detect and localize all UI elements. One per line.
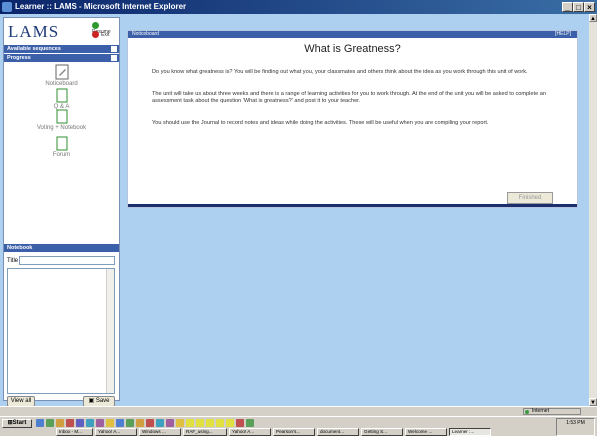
security-zone: Internet <box>523 408 581 415</box>
taskbar-item[interactable]: Welcome ... <box>405 428 447 436</box>
lams-sidebar: LAMS Resume Exit Available sequences Pro… <box>3 17 120 407</box>
activity-label: Voting + Notebook <box>36 125 87 131</box>
taskbar-item-active[interactable]: Learner :... <box>449 428 491 436</box>
maximize-button[interactable]: □ <box>573 2 584 12</box>
available-sequences-bar[interactable]: Available sequences <box>4 45 119 53</box>
quicklaunch-icon[interactable] <box>86 419 94 427</box>
lams-logo: LAMS <box>8 22 60 41</box>
window-title: Learner :: LAMS - Microsoft Internet Exp… <box>15 2 187 11</box>
page-content: LAMS Resume Exit Available sequences Pro… <box>0 14 589 407</box>
activity-noticeboard[interactable]: Noticeboard <box>4 64 119 87</box>
activity-qa[interactable]: Q & A <box>4 88 119 110</box>
quicklaunch-icon[interactable] <box>146 419 154 427</box>
document-icon <box>56 109 67 124</box>
quicklaunch-icon[interactable] <box>36 419 44 427</box>
page-title: What is Greatness? <box>304 43 401 55</box>
quicklaunch-icon[interactable] <box>56 419 64 427</box>
taskbar-item[interactable]: document... <box>317 428 359 436</box>
window-titlebar[interactable]: Learner :: LAMS - Microsoft Internet Exp… <box>0 0 597 14</box>
noticeboard-header: Noticeboard [HELP] <box>128 31 577 38</box>
close-button[interactable]: × <box>584 2 595 12</box>
quicklaunch-icon[interactable] <box>236 419 244 427</box>
windows-taskbar: ⊞Start Inbox - M... Yahoo! A... Windows … <box>0 416 597 436</box>
quicklaunch-icon[interactable] <box>166 419 174 427</box>
notebook-title-input[interactable] <box>19 256 115 265</box>
globe-icon <box>525 410 529 414</box>
scroll-up-arrow-icon[interactable]: ▲ <box>589 14 597 22</box>
quicklaunch-icon[interactable] <box>176 419 184 427</box>
ie-icon <box>2 2 12 12</box>
quicklaunch-icon[interactable] <box>216 419 224 427</box>
start-button[interactable]: ⊞Start <box>2 419 32 428</box>
notebook-header[interactable]: Notebook <box>4 244 119 252</box>
taskbar-item[interactable]: RAF_using... <box>183 428 227 436</box>
minimize-button[interactable]: _ <box>562 2 573 12</box>
finished-button[interactable]: Finished <box>507 192 553 204</box>
resume-icon <box>92 22 99 29</box>
activity-voting-notebook[interactable]: Voting + Notebook <box>4 109 119 131</box>
taskbar-item[interactable]: Yahoo! A... <box>229 428 271 436</box>
quicklaunch-icon[interactable] <box>226 419 234 427</box>
quicklaunch-icon[interactable] <box>156 419 164 427</box>
taskbar-item[interactable]: Getting S... <box>361 428 403 436</box>
taskbar-item[interactable]: Yahoo! A... <box>95 428 137 436</box>
collapse-icon[interactable] <box>111 55 117 61</box>
notebook-scrollbar[interactable] <box>106 269 114 393</box>
window-scrollbar[interactable]: ▲ ▼ <box>589 14 597 406</box>
exit-label: Exit <box>101 31 110 38</box>
save-icon: ▣ <box>88 398 96 404</box>
quicklaunch-icon[interactable] <box>46 419 54 427</box>
help-link[interactable]: [HELP] <box>555 31 571 38</box>
quicklaunch-icon[interactable] <box>76 419 84 427</box>
quicklaunch-icon[interactable] <box>96 419 104 427</box>
system-tray: 1:53 PM <box>556 418 595 436</box>
progress-bar-header[interactable]: Progress <box>4 54 119 62</box>
quicklaunch-icon[interactable] <box>106 419 114 427</box>
quicklaunch-icon[interactable] <box>196 419 204 427</box>
scroll-down-arrow-icon[interactable]: ▼ <box>589 398 597 406</box>
zone-label: Internet <box>532 408 549 414</box>
exit-control[interactable]: Exit <box>92 31 109 38</box>
available-sequences-label: Available sequences <box>7 46 61 52</box>
quicklaunch-icon[interactable] <box>206 419 214 427</box>
taskbar-item[interactable]: Windows ... <box>139 428 181 436</box>
expand-icon[interactable] <box>111 46 117 52</box>
notebook-header-label: Notebook <box>7 245 33 251</box>
status-bar: Internet <box>0 406 597 416</box>
quicklaunch-icon[interactable] <box>136 419 144 427</box>
notebook-title-label: Title <box>7 258 19 264</box>
activity-label: Forum <box>52 152 71 158</box>
document-icon <box>56 136 67 151</box>
document-icon <box>56 88 67 103</box>
unit-paragraph: The unit will take us about three weeks … <box>152 91 546 104</box>
taskbar-item[interactable]: Pearson's... <box>273 428 315 436</box>
activity-forum[interactable]: Forum <box>4 136 119 158</box>
quicklaunch-icon[interactable] <box>186 419 194 427</box>
intro-paragraph: Do you know what greatness is? You will … <box>152 69 528 75</box>
journal-paragraph: You should use the Journal to record not… <box>152 120 489 126</box>
panel-footer-bar <box>128 204 577 207</box>
exit-icon <box>92 31 99 38</box>
activity-label: Noticeboard <box>45 81 78 87</box>
quicklaunch-icon[interactable] <box>126 419 134 427</box>
progress-label: Progress <box>7 55 31 61</box>
notebook-text-area[interactable] <box>7 268 115 394</box>
noticeboard-icon <box>55 64 68 80</box>
noticeboard-panel: Noticeboard [HELP] What is Greatness? Do… <box>127 30 578 208</box>
quicklaunch-icon[interactable] <box>246 419 254 427</box>
noticeboard-header-label: Noticeboard <box>132 31 159 37</box>
taskbar-item[interactable]: Inbox - M... <box>56 428 93 436</box>
clock[interactable]: 1:53 PM <box>566 420 585 426</box>
start-label: Start <box>12 420 27 426</box>
save-label: Save <box>95 398 110 404</box>
quicklaunch-icon[interactable] <box>66 419 74 427</box>
quicklaunch-icon[interactable] <box>116 419 124 427</box>
